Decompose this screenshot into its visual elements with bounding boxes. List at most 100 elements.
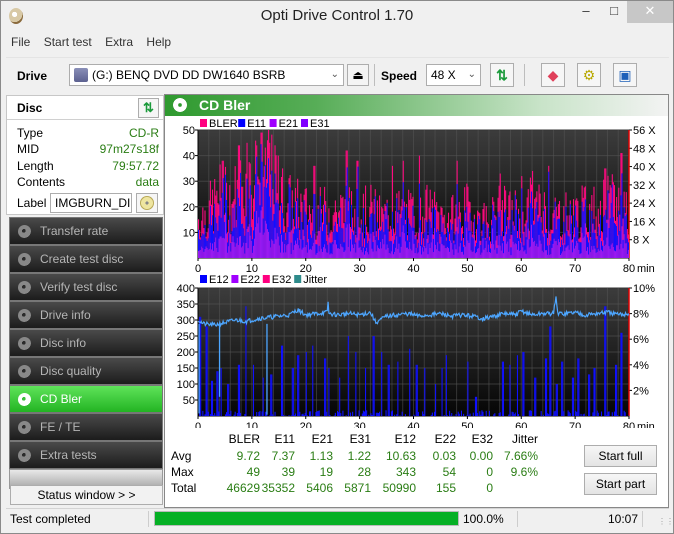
e12-bar [588,374,590,416]
menu-extra[interactable]: Extra [100,33,138,51]
nav-label: Disc quality [40,364,102,378]
disc-label-key: Label [17,196,47,210]
save-button[interactable]: ▣ [613,63,637,87]
resize-grip-icon[interactable]: ⋮⋮ [658,517,674,526]
refresh-speed-button[interactable]: ⇅ [490,63,514,87]
e21-bar [285,252,287,258]
status-window-button[interactable]: Status window > > [10,485,163,505]
menu-file[interactable]: File [6,33,35,51]
e12-bar [288,415,290,416]
stats-value: 5871 [344,481,371,495]
e12-bar [391,410,394,416]
e21-bar [443,245,445,258]
e21-bar [528,247,530,258]
e21-bar [357,216,359,258]
close-button[interactable]: ✕ [627,1,673,23]
legend-swatch [200,119,207,127]
e21-bar [442,245,444,258]
e21-bar [539,240,541,258]
e21-bar [466,227,468,258]
settings-button[interactable]: ⚙ [577,63,601,87]
e12-bar [417,411,419,416]
e21-bar [243,242,245,258]
e21-bar [415,247,417,258]
e12-bar [582,414,584,416]
e21-bar [221,238,223,258]
e21-bar [534,240,536,258]
e21-bar [474,253,476,258]
e21-bar [366,247,368,258]
disc-icon [18,393,31,406]
e21-bar [264,220,266,258]
disc-refresh-button[interactable]: ⇅ [138,98,159,118]
e12-bar [347,336,349,416]
e21-bar [492,228,494,258]
left-panel: Disc ⇅ Type CD-R MID 97m27s18f Length 79… [6,95,164,507]
eject-button[interactable]: ⏏ [347,64,369,86]
e21-bar [343,252,345,258]
nav-transfer-rate[interactable]: Transfer rate [9,217,163,245]
start-full-button[interactable]: Start full [584,445,657,467]
y2-tick-label: 48 X [633,143,656,155]
y2-tick-label: 10% [633,283,655,295]
e12-bar [204,414,206,416]
e21-bar [608,246,610,258]
e21-bar [251,252,253,258]
e12-bar [534,377,536,416]
e21-bar [458,246,460,258]
minimize-button[interactable]: – [573,1,599,23]
e21-bar [291,228,293,258]
e21-bar [362,247,364,258]
erase-button[interactable]: ◆ [541,63,565,87]
start-part-button[interactable]: Start part [584,473,657,495]
nav-extra-tests[interactable]: Extra tests [9,441,163,469]
e12-bar [466,415,468,416]
e21-bar [265,223,267,258]
e21-bar [506,243,508,258]
legend-label: BLER [209,118,238,130]
nav-cd-bler[interactable]: CD Bler [9,385,163,413]
e21-bar [312,246,314,258]
progress-label: 100.0% [463,512,504,526]
drive-select[interactable]: (G:) BENQ DVD DD DW1640 BSRB ⌄ [69,64,344,86]
title-bar: Opti Drive Control 1.70 – □ ✕ [1,1,673,32]
e21-bar [255,227,257,258]
nav-verify-test-disc[interactable]: Verify test disc [9,273,163,301]
e21-bar [249,235,251,258]
e21-bar [266,229,269,258]
nav-create-test-disc[interactable]: Create test disc [9,245,163,273]
nav-fe-te[interactable]: FE / TE [9,413,163,441]
e21-bar [564,251,566,258]
e12-bar [474,396,476,416]
e21-bar [470,250,472,258]
menu-start-test[interactable]: Start test [39,33,97,51]
e12-bar [589,374,591,416]
e21-bar [614,251,617,258]
e21-bar [235,243,237,258]
nav-drive-info[interactable]: Drive info [9,301,163,329]
maximize-button[interactable]: □ [601,1,627,23]
nav-label: FE / TE [40,420,81,434]
e21-bar [513,244,515,258]
disc-label-button[interactable] [136,193,158,213]
x-tick-label: 60 [515,421,527,428]
e21-bar [241,247,243,258]
stats-row-label: Avg [171,449,192,463]
speed-select[interactable]: 48 X ⌄ [426,64,481,86]
disc-label-input[interactable]: IMGBURN_DIS [50,193,132,213]
e21-bar [440,236,442,258]
disc-icon [18,337,31,350]
e12-bar [394,414,396,416]
e21-bar [436,249,438,258]
e21-bar [536,243,538,258]
e12-bar [371,414,373,416]
e21-bar [558,242,561,258]
menu-help[interactable]: Help [141,33,176,51]
e12-bar [368,414,370,416]
nav-disc-quality[interactable]: Disc quality [9,357,163,385]
e21-bar [279,252,281,258]
e12-bar [207,411,209,416]
e21-bar [367,252,369,258]
nav-disc-info[interactable]: Disc info [9,329,163,357]
e21-bar [611,243,613,258]
